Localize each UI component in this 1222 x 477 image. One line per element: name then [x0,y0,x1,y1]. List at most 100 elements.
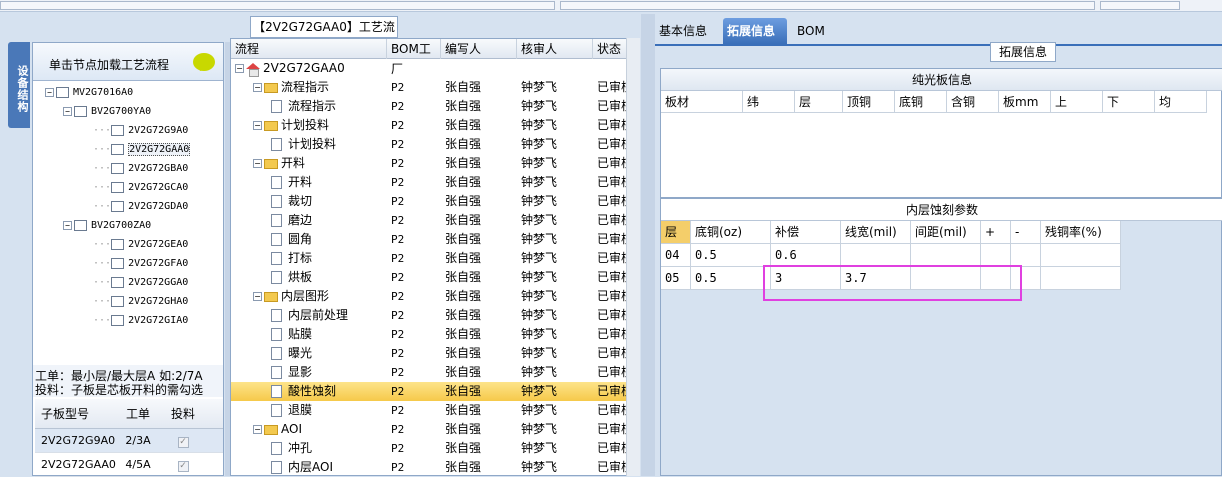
subgrid-row[interactable]: 2V2G72GAA0 4/5A ✓ [35,453,223,477]
flow-row[interactable]: − 内层图形 P2 张自强 钟梦飞 已审核 [231,287,631,306]
grid-cell[interactable] [841,244,911,267]
collapse-toggle-icon[interactable]: − [253,292,262,301]
flow-row[interactable]: 裁切 P2 张自强 钟梦飞 已审核 [231,192,631,211]
collapse-toggle-icon[interactable]: − [253,159,262,168]
collapse-toggle-icon[interactable]: − [253,425,262,434]
extended-info-title: 拓展信息 [990,42,1056,62]
annotation-highlight-box [763,265,1022,301]
flow-row[interactable]: − 2V2G72GAA0 [231,59,631,78]
flow-row[interactable]: − 流程指示 P2 张自强 钟梦飞 已审核 [231,78,631,97]
device-structure-side-tab[interactable]: 设备结构 [8,42,30,128]
col-header[interactable]: 均 [1155,91,1207,113]
collapse-toggle-icon[interactable]: − [63,220,72,230]
tree-node[interactable]: − MV2G7016A0 [45,83,133,102]
col-header-checker[interactable]: 核审人 [517,39,593,59]
col-header[interactable]: 板材 [661,91,743,113]
collapse-toggle-icon[interactable]: − [253,83,262,92]
grid-cell[interactable] [981,244,1011,267]
tab-basic-info[interactable]: 基本信息 [655,18,717,44]
col-header[interactable]: 层 [661,221,691,244]
grid-cell[interactable] [911,244,981,267]
flow-row[interactable]: 内层前处理 P2 张自强 钟梦飞 已审核 [231,306,631,325]
flow-row[interactable]: 内层AOI P2 张自强 钟梦飞 已审核 [231,458,631,477]
col-header[interactable]: 含铜 [947,91,999,113]
cell-order[interactable]: 2/3A [113,434,163,447]
grid-cell[interactable] [1011,244,1041,267]
flow-row[interactable]: − 计划投料 P2 张自强 钟梦飞 已审核 [231,116,631,135]
grid-cell[interactable]: 0.5 [691,244,771,267]
cell-checker: 钟梦飞 [521,156,558,170]
col-header-model[interactable]: 子板型号 [35,405,113,422]
col-header[interactable]: 残铜率(%) [1041,221,1121,244]
cell-writer: 张自强 [445,137,482,151]
col-header-flow[interactable]: 流程 [231,39,387,59]
collapse-toggle-icon[interactable]: − [253,121,262,130]
col-header[interactable]: 线宽(mil) [841,221,911,244]
row-header-cell: 04 [661,244,691,267]
cell-order[interactable]: 4/5A [113,458,163,471]
tree-node[interactable]: ··· 2V2G72GHA0 [93,292,188,311]
col-header[interactable]: 间距(mil) [911,221,981,244]
grid-cell[interactable] [1041,244,1121,267]
col-header-bom[interactable]: BOM工厂 [387,39,441,76]
flow-row[interactable]: 开料 P2 张自强 钟梦飞 已审核 [231,173,631,192]
flow-row[interactable]: 打标 P2 张自强 钟梦飞 已审核 [231,249,631,268]
col-header[interactable]: 补偿 [771,221,841,244]
right-splitter[interactable] [641,14,655,476]
tree-node[interactable]: ··· 2V2G72GGA0 [93,273,188,292]
flow-row[interactable]: 烘板 P2 张自强 钟梦飞 已审核 [231,268,631,287]
tree-node[interactable]: ··· 2V2G72GAA0 [93,140,191,159]
cell-bom: P2 [391,461,405,474]
col-header[interactable]: 下 [1103,91,1155,113]
flow-vertical-scrollbar[interactable] [626,38,640,476]
col-header[interactable]: 上 [1051,91,1103,113]
cell-checker: 钟梦飞 [521,422,558,436]
flow-row[interactable]: 退膜 P2 张自强 钟梦飞 已审核 [231,401,631,420]
col-header-order[interactable]: 工单 [113,405,163,422]
col-header[interactable]: - [1011,221,1041,244]
flow-row[interactable]: 曝光 P2 张自强 钟梦飞 已审核 [231,344,631,363]
tree-node[interactable]: ··· 2V2G72GIA0 [93,311,188,330]
feed-checkbox[interactable]: ✓ [177,460,189,472]
tab-extended-info[interactable]: 拓展信息 [723,18,787,44]
grid-cell[interactable]: 0.6 [771,244,841,267]
flow-row[interactable]: 圆角 P2 张自强 钟梦飞 已审核 [231,230,631,249]
feed-checkbox[interactable]: ✓ [177,436,189,448]
flow-row[interactable]: 显影 P2 张自强 钟梦飞 已审核 [231,363,631,382]
tree-node[interactable]: − BV2G700YA0 [63,102,151,121]
col-header-writer[interactable]: 编写人 [441,39,517,59]
flow-row[interactable]: 磨边 P2 张自强 钟梦飞 已审核 [231,211,631,230]
collapse-toggle-icon[interactable]: − [235,64,244,73]
collapse-toggle-icon[interactable]: − [45,87,54,97]
tree-connector: ··· [93,201,112,212]
tree-node[interactable]: ··· 2V2G72GEA0 [93,235,188,254]
tree-node[interactable]: ··· 2V2G72GBA0 [93,159,188,178]
tree-node[interactable]: ··· 2V2G72GFA0 [93,254,188,273]
col-header[interactable]: 纬 [743,91,795,113]
hint-text: 单击节点加载工艺流程 [49,58,170,72]
col-header[interactable]: 顶铜 [843,91,895,113]
flow-row[interactable]: 贴膜 P2 张自强 钟梦飞 已审核 [231,325,631,344]
collapse-toggle-icon[interactable]: − [63,106,72,116]
col-header[interactable]: 底铜(oz) [691,221,771,244]
flow-row[interactable]: 冲孔 P2 张自强 钟梦飞 已审核 [231,439,631,458]
tree-node[interactable]: ··· 2V2G72GCA0 [93,178,188,197]
col-header[interactable]: 底铜 [895,91,947,113]
grid-cell[interactable]: 0.5 [691,267,771,290]
flow-row[interactable]: − 开料 P2 张自强 钟梦飞 已审核 [231,154,631,173]
page-icon [271,347,282,360]
col-header[interactable]: 层 [795,91,843,113]
col-header[interactable]: + [981,221,1011,244]
tree-node[interactable]: − BV2G700ZA0 [63,216,151,235]
flow-row[interactable]: 计划投料 P2 张自强 钟梦飞 已审核 [231,135,631,154]
tab-bom[interactable]: BOM [793,18,825,44]
flow-row[interactable]: − AOI P2 张自强 钟梦飞 已审核 [231,420,631,439]
flow-row[interactable]: 流程指示 P2 张自强 钟梦飞 已审核 [231,97,631,116]
tree-node[interactable]: ··· 2V2G72GDA0 [93,197,188,216]
subgrid-row[interactable]: 2V2G72G9A0 2/3A ✓ [35,429,223,453]
flow-row[interactable]: 酸性蚀刻 P2 张自强 钟梦飞 已审核 [231,382,631,401]
col-header[interactable]: 板mm [999,91,1051,113]
tree-node[interactable]: ··· 2V2G72G9A0 [93,121,188,140]
grid-cell[interactable] [1041,267,1121,290]
col-header-feed[interactable]: 投料 [163,405,203,422]
